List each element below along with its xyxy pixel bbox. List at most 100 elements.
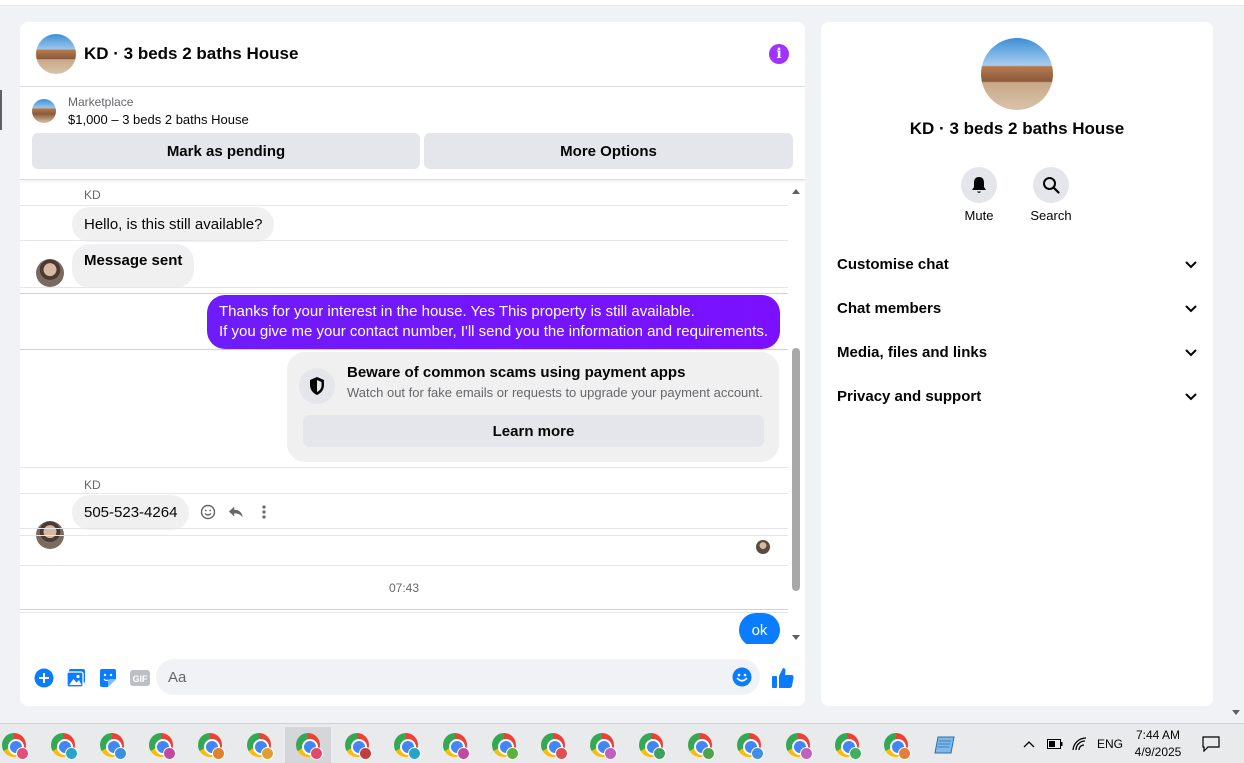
plus-icon[interactable] <box>34 668 54 688</box>
incoming-phone-message[interactable]: 505-523-4264 <box>72 495 190 530</box>
shield-icon <box>299 368 335 404</box>
chrome-taskbar-button[interactable] <box>187 727 233 763</box>
sticker-icon[interactable] <box>98 668 118 688</box>
chrome-icon <box>198 733 225 760</box>
more-options-button[interactable]: More Options <box>424 133 793 169</box>
incoming-message[interactable]: Hello, is this still available? <box>72 207 275 242</box>
messages-scrollbar[interactable] <box>788 184 805 644</box>
chrome-taskbar-button[interactable] <box>579 727 625 763</box>
listing-source: Marketplace <box>68 95 134 109</box>
section-customise-chat[interactable]: Customise chat <box>837 246 1197 282</box>
chrome-taskbar-button[interactable] <box>824 727 870 763</box>
emoji-icon[interactable] <box>732 667 752 687</box>
scroll-thumb[interactable] <box>792 348 800 591</box>
learn-more-button[interactable]: Learn more <box>303 415 764 447</box>
profile-badge-icon <box>604 747 617 760</box>
reply-icon[interactable] <box>228 504 244 520</box>
chat-title[interactable]: KD · 3 beds 2 baths House <box>84 44 769 64</box>
search-button[interactable]: Search <box>1021 167 1081 223</box>
message-list[interactable]: KD Hello, is this still available? Messa… <box>20 184 805 644</box>
chrome-taskbar-button[interactable] <box>677 727 723 763</box>
thumbs-up-icon[interactable] <box>771 666 795 690</box>
chrome-icon <box>149 733 176 760</box>
photo-icon[interactable] <box>66 668 86 688</box>
chrome-icon <box>688 733 715 760</box>
chrome-icon <box>51 733 78 760</box>
show-hidden-icons-icon[interactable] <box>1022 724 1036 763</box>
bell-icon <box>961 167 997 203</box>
divider <box>20 528 788 529</box>
divider <box>20 293 788 294</box>
mute-label: Mute <box>964 208 994 223</box>
listing-price-title: $1,000 – 3 beds 2 baths House <box>68 112 249 127</box>
chrome-taskbar-button[interactable] <box>481 727 527 763</box>
profile-badge-icon <box>555 747 568 760</box>
incoming-message[interactable]: Message sent <box>72 244 195 288</box>
profile-badge-icon <box>898 747 911 760</box>
chrome-taskbar-button[interactable] <box>726 727 772 763</box>
section-label: Customise chat <box>837 255 949 273</box>
divider <box>20 205 788 206</box>
top-strip <box>0 0 1244 6</box>
chat-info-panel: KD · 3 beds 2 baths House Mute Search Cu… <box>821 22 1213 706</box>
chrome-taskbar-button[interactable] <box>775 727 821 763</box>
chrome-taskbar-button[interactable] <box>628 727 674 763</box>
section-label: Chat members <box>837 299 942 317</box>
sender-avatar[interactable] <box>36 259 64 287</box>
react-emoji-icon[interactable] <box>200 504 216 520</box>
section-media-files-links[interactable]: Media, files and links <box>837 334 1197 370</box>
chrome-icon <box>443 733 470 760</box>
notifications-icon[interactable] <box>1202 724 1220 763</box>
mark-as-pending-button[interactable]: Mark as pending <box>32 133 420 169</box>
profile-badge-icon <box>506 747 519 760</box>
scroll-up-arrow[interactable] <box>792 189 800 194</box>
wifi-icon[interactable] <box>1072 724 1088 763</box>
chrome-taskbar-button[interactable] <box>0 727 37 763</box>
more-actions-icon[interactable] <box>256 504 272 520</box>
outgoing-message[interactable]: Thanks for your interest in the house. Y… <box>207 295 780 349</box>
read-receipt-avatar <box>756 540 770 554</box>
taskbar: ENG 7:44 AM 4/9/2025 <box>0 723 1244 763</box>
chrome-taskbar-button[interactable] <box>432 727 478 763</box>
chrome-taskbar-button[interactable] <box>530 727 576 763</box>
language-indicator[interactable]: ENG <box>1097 724 1123 763</box>
divider <box>20 565 788 566</box>
profile-badge-icon <box>310 747 323 760</box>
message-input[interactable] <box>156 659 760 695</box>
notepad-taskbar-button[interactable] <box>922 727 968 763</box>
chrome-taskbar-button[interactable] <box>40 727 86 763</box>
chrome-taskbar-button[interactable] <box>236 727 282 763</box>
info-icon[interactable]: i <box>769 44 789 64</box>
clock[interactable]: 7:44 AM 4/9/2025 <box>1130 727 1186 761</box>
divider <box>20 287 788 288</box>
section-privacy-support[interactable]: Privacy and support <box>837 378 1197 414</box>
clock-time: 7:44 AM <box>1135 728 1181 742</box>
profile-avatar[interactable] <box>981 38 1053 110</box>
chrome-taskbar-button[interactable] <box>873 727 919 763</box>
profile-badge-icon <box>114 747 127 760</box>
battery-icon[interactable] <box>1047 724 1063 763</box>
window-scroll-down-arrow[interactable] <box>1232 710 1240 715</box>
profile-badge-icon <box>359 747 372 760</box>
section-chat-members[interactable]: Chat members <box>837 290 1197 326</box>
listing-info[interactable]: Marketplace $1,000 – 3 beds 2 baths Hous… <box>32 95 793 127</box>
chrome-taskbar-button[interactable] <box>334 727 380 763</box>
chrome-taskbar-button[interactable] <box>383 727 429 763</box>
gif-icon[interactable]: GIF <box>130 668 150 688</box>
profile-badge-icon <box>408 747 421 760</box>
profile-badge-icon <box>261 747 274 760</box>
chat-panel: KD · 3 beds 2 baths House i Marketplace … <box>20 22 805 706</box>
chat-avatar[interactable] <box>36 34 76 74</box>
chrome-taskbar-button[interactable] <box>89 727 135 763</box>
search-icon <box>1033 167 1069 203</box>
divider <box>20 493 788 494</box>
outgoing-ok-message[interactable]: ok <box>739 613 780 644</box>
mute-button[interactable]: Mute <box>949 167 1009 223</box>
profile-badge-icon <box>849 747 862 760</box>
divider <box>20 349 788 350</box>
chrome-taskbar-button[interactable] <box>138 727 184 763</box>
chrome-taskbar-button[interactable] <box>285 727 331 763</box>
divider <box>20 535 788 536</box>
chevron-down-icon <box>1185 300 1197 317</box>
scroll-down-arrow[interactable] <box>792 635 800 640</box>
